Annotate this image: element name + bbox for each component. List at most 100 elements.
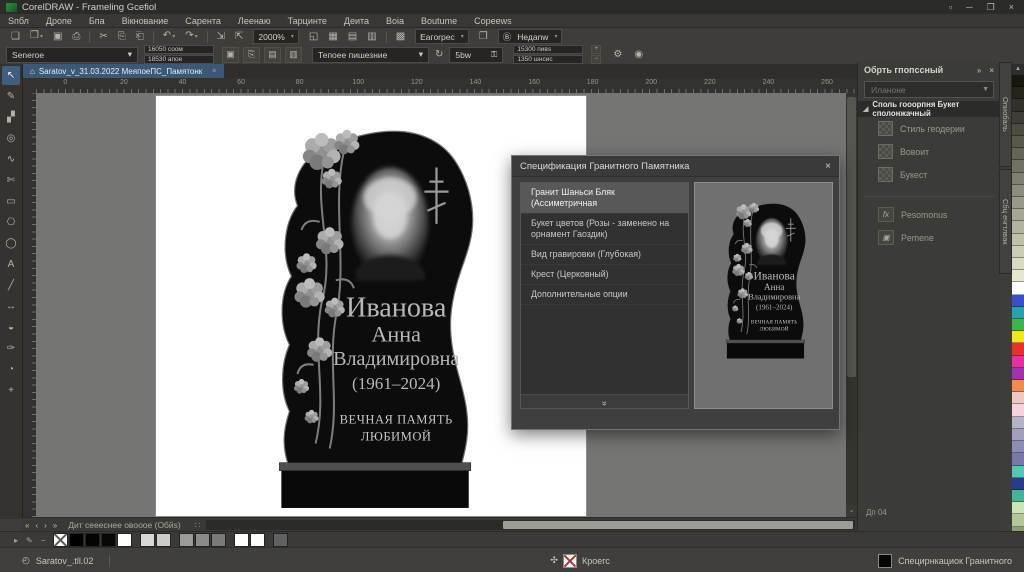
- doc-swatch-1[interactable]: [69, 533, 84, 547]
- close-icon[interactable]: ×: [989, 66, 994, 75]
- drag-handle[interactable]: ∷: [195, 520, 200, 531]
- docker-item-1[interactable]: Вовоит: [858, 140, 1000, 163]
- menu-item-1[interactable]: Дропе: [46, 16, 72, 26]
- doc-swatch-2[interactable]: [85, 533, 100, 547]
- rotate-icon[interactable]: ↻: [435, 49, 443, 60]
- doc-swatch-4[interactable]: [117, 533, 132, 547]
- docker-item-0[interactable]: Стиль геодерии: [858, 117, 1000, 140]
- outline-none-swatch[interactable]: [563, 554, 577, 568]
- palette-swatch-0[interactable]: [1012, 75, 1024, 87]
- vertical-ruler[interactable]: [22, 93, 37, 517]
- prev-page-icon[interactable]: ‹: [35, 521, 38, 530]
- palette-swatch-34[interactable]: [1012, 490, 1024, 502]
- object-button-0[interactable]: ▣: [222, 47, 239, 63]
- palette-swatch-8[interactable]: [1012, 173, 1024, 185]
- palette-swatch-23[interactable]: [1012, 356, 1024, 368]
- palette-swatch-11[interactable]: [1012, 209, 1024, 221]
- shape-tool[interactable]: ✎: [2, 87, 20, 106]
- line-tool[interactable]: ╱: [2, 276, 20, 295]
- palette-swatch-19[interactable]: [1012, 307, 1024, 319]
- dialog-title-bar[interactable]: Спецификация Гранитного Памятника ×: [512, 156, 839, 177]
- palette-swatch-2[interactable]: [1012, 99, 1024, 111]
- palette-swatch-32[interactable]: [1012, 466, 1024, 478]
- doc-swatch-7[interactable]: [156, 533, 171, 547]
- window-icon[interactable]: ❐: [474, 29, 493, 45]
- no-color-swatch[interactable]: [53, 533, 68, 547]
- preset-combo[interactable]: Seneroe ▾: [6, 47, 138, 63]
- docker-fx-item-1[interactable]: ▣Pemene: [858, 226, 1000, 249]
- outline-tool[interactable]: ◔: [2, 360, 20, 379]
- palette-swatch-13[interactable]: [1012, 234, 1024, 246]
- palette-swatch-28[interactable]: [1012, 417, 1024, 429]
- palette-swatch-7[interactable]: [1012, 160, 1024, 172]
- redo-icon[interactable]: ↷▾: [180, 28, 202, 45]
- spec-list-item-0[interactable]: Гранит Шаньси Бляк (Ассиметричная: [521, 183, 688, 214]
- object-button-3[interactable]: ▥: [285, 47, 302, 63]
- palette-swatch-9[interactable]: [1012, 185, 1024, 197]
- zoom-tool[interactable]: ◎: [2, 129, 20, 148]
- close-icon[interactable]: ×: [212, 68, 216, 75]
- palette-swatch-24[interactable]: [1012, 368, 1024, 380]
- object-button-1[interactable]: ⎘: [243, 47, 260, 63]
- target-icon[interactable]: ◉: [634, 49, 643, 60]
- scroll-down-icon[interactable]: ⌄: [846, 505, 857, 517]
- copy-icon[interactable]: ⎘: [113, 29, 131, 45]
- tray-icon[interactable]: ▫: [949, 2, 952, 13]
- docker-item-2[interactable]: Букест: [858, 163, 1000, 186]
- doc-swatch-9[interactable]: [179, 533, 194, 547]
- rectangle-tool[interactable]: ▭: [2, 192, 20, 211]
- palette-swatch-22[interactable]: [1012, 343, 1024, 355]
- size-height-field[interactable]: 1350 шнсис: [513, 55, 583, 64]
- expander-icon[interactable]: ◢: [863, 105, 868, 113]
- freehand-tool[interactable]: ∿: [2, 150, 20, 169]
- doc-swatch-10[interactable]: [195, 533, 210, 547]
- wrap-combo[interactable]: Тепоее пишезние ▾: [312, 47, 429, 63]
- menu-item-3[interactable]: Вікнование: [122, 16, 169, 26]
- print-icon[interactable]: ⎙: [67, 29, 85, 45]
- horizontal-scrollbar[interactable]: [206, 520, 855, 530]
- vertical-scrollbar[interactable]: ⌄: [846, 93, 857, 505]
- palette-swatch-21[interactable]: [1012, 331, 1024, 343]
- add-tool[interactable]: +: [2, 381, 20, 400]
- doc-swatch-14[interactable]: [250, 533, 265, 547]
- menu-item-9[interactable]: Boutume: [421, 16, 457, 26]
- knife-tool[interactable]: ✄: [2, 171, 20, 190]
- angle-field[interactable]: 5bw ⚿: [449, 47, 503, 63]
- palette-swatch-10[interactable]: [1012, 197, 1024, 209]
- palette-swatch-29[interactable]: [1012, 429, 1024, 441]
- gear-icon[interactable]: ⚙: [613, 49, 622, 60]
- monument-artwork[interactable]: [243, 101, 495, 514]
- palette-swatch-31[interactable]: [1012, 453, 1024, 465]
- menu-item-5[interactable]: Леенаю: [238, 16, 271, 26]
- doc-swatch-16[interactable]: [273, 533, 288, 547]
- palette-swatch-1[interactable]: [1012, 87, 1024, 99]
- palette-swatch-6[interactable]: [1012, 148, 1024, 160]
- position-y-field[interactable]: 18530 апое: [144, 55, 214, 64]
- close-icon[interactable]: ×: [825, 161, 831, 172]
- doc-swatch-13[interactable]: [234, 533, 249, 547]
- open-icon[interactable]: ❐▾: [25, 28, 48, 45]
- polygon-tool[interactable]: ⎔: [2, 213, 20, 232]
- horizontal-ruler[interactable]: 020406080100120140160180200220240260: [36, 78, 857, 94]
- scroll-more-button[interactable]: »: [521, 394, 688, 408]
- ruler-corner[interactable]: [22, 78, 37, 94]
- pick-tool[interactable]: ↖: [2, 66, 20, 85]
- doc-palette-icon-2[interactable]: −: [41, 536, 46, 545]
- doc-palette-icon-0[interactable]: ▸: [14, 536, 18, 545]
- doc-swatch-6[interactable]: [140, 533, 155, 547]
- import-icon[interactable]: ⇲: [212, 29, 230, 45]
- palette-scroll-up-icon[interactable]: ▲: [1012, 64, 1024, 75]
- next-page-icon[interactable]: ›: [44, 521, 47, 530]
- menu-item-4[interactable]: Сарента: [185, 16, 221, 26]
- profile-combo[interactable]: Еагоrpec▾: [415, 29, 469, 44]
- show-grid-icon[interactable]: ▤: [343, 29, 362, 45]
- dimension-tool[interactable]: ↔: [2, 297, 20, 316]
- text-tool[interactable]: A: [2, 255, 20, 274]
- palette-swatch-25[interactable]: [1012, 380, 1024, 392]
- tree-header-row[interactable]: ◢ Споль гооорпня Букет сполонжачный: [858, 101, 1000, 117]
- doc-swatch-11[interactable]: [211, 533, 226, 547]
- menu-item-0[interactable]: Sпбл: [8, 16, 29, 26]
- save-icon[interactable]: ▣: [48, 29, 67, 45]
- undo-icon[interactable]: ↶▾: [158, 28, 180, 45]
- menu-item-10[interactable]: Copeews: [474, 16, 512, 26]
